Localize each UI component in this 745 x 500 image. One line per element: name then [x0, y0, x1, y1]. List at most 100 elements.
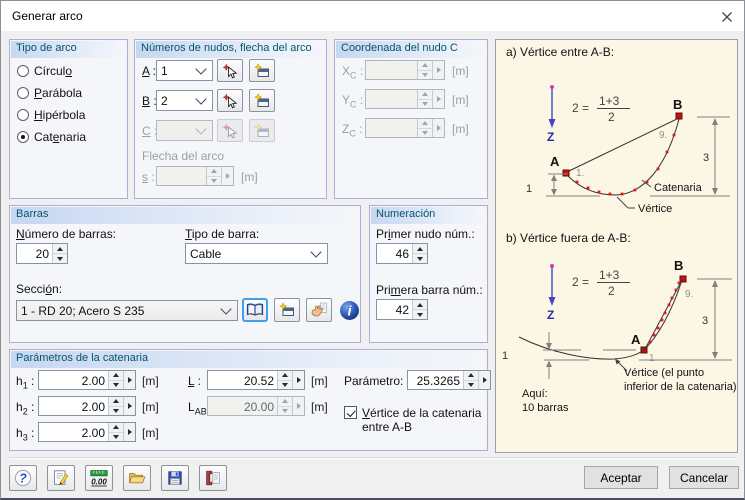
tipo-barra-value: Cable — [190, 246, 222, 261]
spin-up-button[interactable] — [109, 397, 123, 406]
spin-down-button[interactable] — [109, 431, 123, 441]
new-node-b-button[interactable] — [249, 89, 275, 112]
spin-up-button[interactable] — [53, 244, 67, 253]
primera-barra-stepper[interactable]: 42 — [376, 299, 428, 320]
spin-down-button[interactable] — [109, 379, 123, 389]
detail-button[interactable] — [478, 371, 490, 389]
h2-input[interactable]: 2.00 — [38, 396, 136, 416]
spin-up-button[interactable] — [109, 371, 123, 380]
pick-cursor-icon — [222, 93, 238, 108]
primer-nudo-value: 46 — [395, 247, 409, 261]
radio-hiperbola[interactable]: Hipérbola — [17, 107, 85, 122]
cancelar-button[interactable]: Cancelar — [669, 466, 739, 489]
detail-button[interactable] — [292, 397, 304, 415]
spin-up-button[interactable] — [418, 90, 432, 99]
detail-button[interactable] — [123, 397, 135, 415]
spin-up-button[interactable] — [418, 119, 432, 128]
radio-circle-icon — [17, 108, 29, 121]
group-title: Parámetros de la catenaria — [16, 352, 149, 364]
detail-button[interactable] — [432, 90, 444, 108]
assign-seccion-button[interactable] — [306, 298, 332, 322]
h3-input[interactable]: 2.00 — [38, 422, 136, 442]
spin-down-button[interactable] — [418, 127, 432, 137]
down-arrow-icon — [422, 72, 428, 77]
spin-up-button[interactable] — [464, 371, 478, 380]
detail-button[interactable] — [432, 119, 444, 137]
spin-up-button[interactable] — [418, 61, 432, 70]
spin-up-button[interactable] — [278, 397, 292, 406]
units-button[interactable]: 0.00 — [85, 465, 113, 491]
catenary-nodes — [648, 281, 681, 344]
spin-up-button[interactable] — [109, 423, 123, 432]
help-button[interactable]: ? — [9, 465, 37, 491]
close-button[interactable] — [717, 7, 737, 27]
new-node-icon — [254, 122, 269, 137]
seccion-library-button[interactable] — [242, 298, 268, 322]
diagram-a: a) Vértice entre A-B: Z 2 = 1+3 2 B A 1. — [506, 45, 730, 215]
spin-up-button[interactable] — [207, 167, 221, 176]
down-arrow-icon — [422, 130, 428, 135]
radio-catenaria[interactable]: Catenaria — [17, 129, 86, 144]
radio-selected-icon — [17, 130, 29, 143]
spin-up-button[interactable] — [413, 300, 427, 309]
save-button[interactable] — [161, 465, 189, 491]
pick-node-a-button[interactable] — [217, 59, 243, 82]
detail-button[interactable] — [432, 61, 444, 79]
radio-circle-icon — [17, 86, 29, 99]
group-tipo-de-arco: Tipo de arco Círculo Parábola Hipérbola … — [9, 39, 128, 199]
h3-value: 2.00 — [81, 426, 105, 440]
spin-buttons — [108, 397, 123, 415]
spin-down-button[interactable] — [418, 69, 432, 79]
node-a-combo[interactable]: 1 — [156, 60, 213, 81]
tipo-barra-combo[interactable]: Cable — [185, 243, 328, 264]
new-seccion-button[interactable] — [274, 298, 300, 322]
primer-nudo-label: Primer nudo núm.: — [376, 227, 475, 241]
catenaria-label: Catenaria — [654, 182, 703, 194]
comment-button[interactable] — [47, 465, 75, 491]
chevron-down-icon — [195, 92, 207, 105]
spin-down-button[interactable] — [109, 405, 123, 415]
radio-parabola[interactable]: Parábola — [17, 85, 82, 100]
h1-value: 2.00 — [81, 374, 105, 388]
save-floppy-icon — [168, 471, 182, 485]
h1-input[interactable]: 2.00 — [38, 370, 136, 390]
library-book-icon — [246, 303, 264, 316]
seccion-combo[interactable]: 1 - RD 20; Acero S 235 — [16, 300, 238, 321]
spin-down-button[interactable] — [413, 309, 427, 319]
node-a-marker — [562, 169, 570, 177]
spin-down-button[interactable] — [278, 405, 292, 415]
new-node-icon — [254, 62, 269, 77]
spin-down-button[interactable] — [207, 175, 221, 185]
detail-button[interactable] — [221, 167, 233, 185]
up-arrow-icon — [113, 373, 119, 378]
pick-node-b-button[interactable] — [217, 89, 243, 112]
vertice-checkbox[interactable] — [344, 406, 357, 419]
node-b-combo[interactable]: 2 — [156, 90, 213, 111]
spin-down-button[interactable] — [278, 379, 292, 389]
numero-barras-stepper[interactable]: 20 — [16, 243, 68, 264]
transfer-button[interactable] — [199, 465, 227, 491]
LAB-input: 20.00 — [207, 396, 305, 416]
aceptar-button[interactable]: Aceptar — [584, 466, 658, 489]
up-arrow-icon — [422, 121, 428, 126]
up-arrow-icon — [417, 302, 423, 307]
spin-down-button[interactable] — [413, 253, 427, 263]
spin-down-button[interactable] — [418, 98, 432, 108]
spin-up-button[interactable] — [278, 371, 292, 380]
detail-button[interactable] — [292, 371, 304, 389]
new-node-a-button[interactable] — [249, 59, 275, 82]
yc-unit: [m] — [452, 93, 469, 107]
open-button[interactable] — [123, 465, 151, 491]
seccion-info-button[interactable]: i — [336, 298, 362, 322]
detail-button[interactable] — [123, 423, 135, 441]
parametro-input[interactable]: 25.3265 — [407, 370, 491, 390]
spin-down-button[interactable] — [464, 379, 478, 389]
spin-up-button[interactable] — [413, 244, 427, 253]
formula-numerator: 1+3 — [599, 94, 620, 108]
primer-nudo-stepper[interactable]: 46 — [376, 243, 428, 264]
L-input[interactable]: 20.52 — [207, 370, 305, 390]
detail-button[interactable] — [123, 371, 135, 389]
spin-buttons — [52, 244, 67, 263]
spin-down-button[interactable] — [53, 253, 67, 263]
radio-circulo[interactable]: Círculo — [17, 63, 72, 78]
